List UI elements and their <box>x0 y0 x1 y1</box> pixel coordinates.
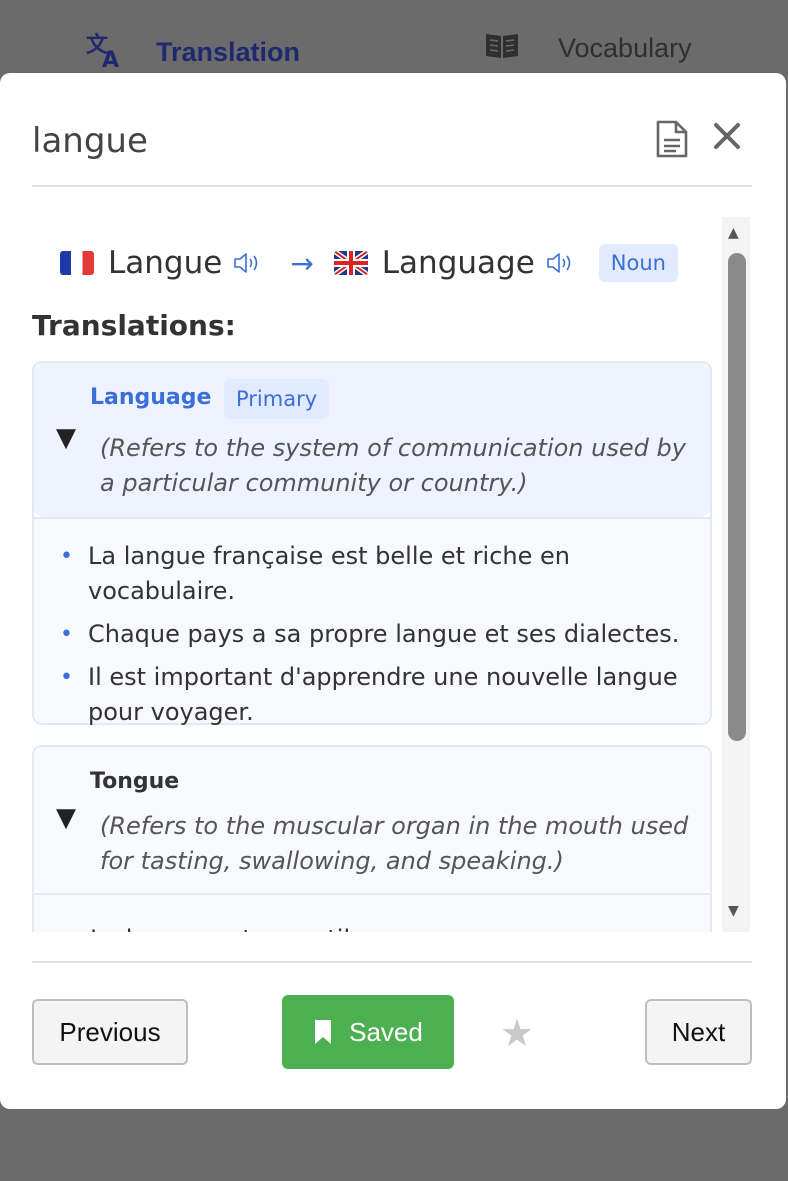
next-button[interactable]: Next <box>645 999 752 1065</box>
example-item: Il est important d'apprendre une nouvell… <box>60 660 686 730</box>
part-of-speech-badge: Noun <box>598 244 678 282</box>
translation-card: ▼ Language Primary (Refers to the system… <box>32 361 712 726</box>
saved-button-label: Saved <box>349 1016 423 1047</box>
bookmark-icon <box>315 1020 332 1044</box>
speaker-icon[interactable] <box>232 251 264 275</box>
collapse-triangle-icon[interactable]: ▼ <box>56 803 76 833</box>
translation-title: Language <box>90 385 212 410</box>
uk-flag-icon <box>333 251 368 275</box>
tab-vocabulary[interactable]: Vocabulary <box>484 30 692 67</box>
example-item: La langue française est belle et riche e… <box>60 539 686 609</box>
scroll-down-icon[interactable]: ▼ <box>728 903 739 919</box>
source-word: Langue <box>108 245 223 281</box>
examples-panel: La langue française est belle et riche e… <box>34 517 710 726</box>
translation-title: Tongue <box>90 769 180 794</box>
translation-scroll-area[interactable]: Langue → Language Noun Translations: ▼ L… <box>32 217 752 932</box>
target-word: Language <box>381 245 535 281</box>
examples-panel: La langue est un outil <box>34 893 710 932</box>
book-icon <box>484 30 524 67</box>
scrollbar[interactable]: ▲ ▼ <box>722 217 750 932</box>
saved-button[interactable]: Saved <box>282 995 454 1069</box>
modal-title: langue <box>32 121 148 161</box>
star-icon[interactable]: ★ <box>500 1011 534 1055</box>
examples-list: La langue française est belle et riche e… <box>34 519 710 730</box>
example-item: La langue est un outil <box>34 895 710 932</box>
modal-footer: Previous Saved ★ Next <box>32 961 752 1101</box>
translation-card: ▼ Tongue (Refers to the muscular organ i… <box>32 745 712 932</box>
france-flag-icon <box>60 251 94 275</box>
document-icon[interactable] <box>654 119 690 159</box>
word-pair-row: Langue → Language Noun <box>60 241 678 285</box>
tab-translation-label: Translation <box>156 37 301 67</box>
translation-card-header[interactable]: ▼ Language Primary (Refers to the system… <box>34 363 710 517</box>
scroll-up-icon[interactable]: ▲ <box>728 225 739 241</box>
modal-header: langue <box>32 73 752 187</box>
close-icon[interactable] <box>710 119 744 153</box>
translation-description: (Refers to the muscular organ in the mou… <box>100 812 689 875</box>
translation-description: (Refers to the system of communication u… <box>100 434 686 497</box>
translate-icon: 文 A <box>86 30 126 75</box>
svg-text:A: A <box>102 48 119 68</box>
translations-heading: Translations: <box>32 309 236 342</box>
word-detail-modal: langue Langue → Language Noun Translatio… <box>0 73 786 1109</box>
collapse-triangle-icon[interactable]: ▼ <box>56 423 76 453</box>
example-item: Chaque pays a sa propre langue et ses di… <box>60 617 686 652</box>
tab-vocabulary-label: Vocabulary <box>558 33 692 63</box>
translation-arrow: → <box>290 246 314 280</box>
speaker-icon[interactable] <box>545 251 577 275</box>
scrollbar-thumb[interactable] <box>728 253 746 741</box>
translation-card-header[interactable]: ▼ Tongue (Refers to the muscular organ i… <box>34 747 710 893</box>
previous-button[interactable]: Previous <box>32 999 188 1065</box>
tab-translation[interactable]: 文 A Translation <box>86 30 300 75</box>
primary-badge: Primary <box>224 379 330 419</box>
